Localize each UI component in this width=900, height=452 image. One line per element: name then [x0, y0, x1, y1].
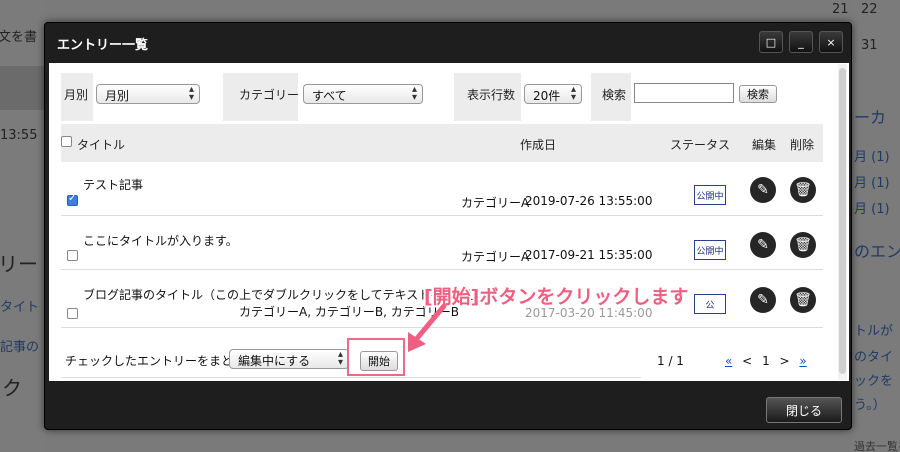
bg-section-title: リー — [0, 252, 38, 276]
pencil-icon: ✎ — [757, 237, 769, 253]
bg-time: 13:55 — [0, 128, 38, 143]
pager-prev[interactable]: < — [742, 354, 752, 368]
minimize-icon: _ — [798, 35, 804, 49]
bg-text: 文を書 — [0, 30, 38, 45]
row-checkbox[interactable] — [67, 308, 78, 319]
bg-band — [0, 66, 46, 110]
maximize-icon: □ — [765, 35, 777, 49]
annotation-arrow-icon — [408, 303, 447, 352]
category-label: カテゴリー — [239, 88, 300, 102]
search-button-label: 検索 — [747, 88, 769, 101]
entry-title[interactable]: テスト記事 — [83, 176, 143, 193]
select-arrows-icon: ▴ ▾ — [570, 84, 576, 103]
bg-link: タイト — [0, 300, 40, 315]
close-icon: × — [826, 35, 836, 49]
close-window-button[interactable]: × — [819, 31, 843, 53]
entry-list-modal: エントリー一覧 □ _ × 月別 月別 ▴ ▾ カテゴリー すべて ▴ ▾ 表示行数… — [44, 22, 852, 430]
delete-button[interactable]: 🗑 — [790, 287, 816, 313]
delete-button[interactable]: 🗑 — [790, 232, 816, 258]
pager-first-link[interactable]: « — [725, 354, 732, 368]
pencil-icon: ✎ — [757, 292, 769, 308]
header-edit: 編集 — [752, 138, 777, 152]
rows-select[interactable]: 20件 ▴ ▾ — [524, 84, 582, 104]
header-title: タイトル — [77, 138, 126, 152]
maximize-button[interactable]: □ — [759, 31, 783, 53]
bg-archive-heading: ーカ — [854, 108, 887, 127]
select-arrows-icon: ▴ ▾ — [411, 84, 417, 103]
table-row: テスト記事 カテゴリーA 2019-07-26 13:55:00 公開中 ✎ 🗑 — [61, 162, 823, 216]
status-badge: 公 — [694, 294, 726, 314]
bg-note: トルが — [854, 324, 894, 339]
bg-note: う。） — [854, 398, 886, 413]
search-input[interactable] — [634, 83, 734, 103]
entry-date: 2019-07-26 13:55:00 — [525, 194, 653, 208]
month-select-value: 月別 — [105, 89, 130, 103]
row-checkbox[interactable] — [67, 193, 78, 206]
bg-note: ックを — [854, 374, 894, 389]
pencil-icon: ✎ — [757, 182, 769, 198]
header-created: 作成日 — [520, 138, 557, 152]
entry-title[interactable]: ここにタイトルが入ります。 — [83, 232, 238, 249]
month-select[interactable]: 月別 ▴ ▾ — [96, 84, 200, 104]
modal-title: エントリー一覧 — [57, 38, 149, 53]
bulk-action-value: 編集中にする — [238, 354, 311, 368]
search-label: 検索 — [602, 88, 627, 102]
header-status: ステータス — [670, 138, 731, 152]
table-header: タイトル 作成日 ステータス 編集 削除 — [61, 124, 823, 162]
trash-icon: 🗑 — [794, 182, 812, 198]
calendar-row: 21 22 — [832, 2, 878, 17]
entry-category: カテゴリーA — [461, 250, 530, 264]
row-checkbox[interactable] — [67, 250, 78, 261]
bg-archive-item: 月 (1) — [854, 176, 890, 191]
select-all-checkbox[interactable] — [61, 136, 72, 147]
select-arrows-icon: ▴ ▾ — [337, 349, 343, 368]
category-select-value: すべて — [312, 89, 347, 103]
category-select[interactable]: すべて ▴ ▾ — [303, 84, 423, 104]
close-button[interactable]: 閉じる — [766, 397, 842, 423]
pager-last-link[interactable]: » — [799, 354, 806, 368]
entry-category: カテゴリーA — [461, 196, 530, 210]
status-badge: 公開中 — [694, 185, 726, 205]
rows-select-value: 20件 — [533, 89, 561, 103]
status-badge-label: 公開中 — [696, 191, 724, 202]
pager-info: 1 / 1 — [657, 354, 684, 368]
pager-current: 1 — [762, 354, 770, 368]
scrollbar-thumb[interactable] — [839, 68, 846, 374]
minimize-button[interactable]: _ — [789, 31, 813, 53]
edit-button[interactable]: ✎ — [750, 177, 776, 203]
filter-bar: 月別 月別 ▴ ▾ カテゴリー すべて ▴ ▾ 表示行数 20件 ▴ ▾ 検索 検索 — [61, 73, 823, 121]
bg-archive-item: 月 (1) — [854, 202, 890, 217]
bulk-action-select[interactable]: 編集中にする ▴ ▾ — [229, 349, 349, 369]
close-button-label: 閉じる — [785, 403, 822, 418]
trash-icon: 🗑 — [794, 237, 812, 253]
pager-next[interactable]: > — [780, 354, 790, 368]
background-left-column: 文を書 13:55 リー タイト 記事の ク — [0, 0, 46, 452]
bg-heading: ク — [2, 376, 22, 400]
rows-label: 表示行数 — [467, 88, 516, 102]
search-button[interactable]: 検索 — [739, 85, 777, 103]
delete-button[interactable]: 🗑 — [790, 177, 816, 203]
status-badge-label: 公 — [705, 300, 715, 311]
select-arrows-icon: ▴ ▾ — [188, 84, 194, 103]
edit-button[interactable]: ✎ — [750, 287, 776, 313]
month-label: 月別 — [64, 88, 89, 102]
status-badge: 公開中 — [694, 240, 726, 260]
bg-entries-heading: のエン — [854, 242, 900, 261]
bg-footer-button: 過去一覧を — [854, 440, 900, 452]
bg-archive-item: 月 (1) — [854, 150, 890, 165]
annotation-text: [開始]ボタンをクリックします — [424, 286, 689, 308]
pagination: « < 1 > » — [725, 354, 807, 368]
edit-button[interactable]: ✎ — [750, 232, 776, 258]
trash-icon: 🗑 — [794, 292, 812, 308]
bg-note: のタイ — [854, 350, 894, 365]
table-row: ここにタイトルが入ります。 カテゴリーA 2017-09-21 15:35:00… — [61, 216, 823, 270]
annotation-highlight-box — [347, 338, 405, 376]
scrollbar[interactable] — [838, 64, 847, 380]
header-delete: 削除 — [790, 138, 815, 152]
entry-date: 2017-09-21 15:35:00 — [525, 248, 653, 262]
bg-link: 記事の — [0, 340, 40, 355]
background-right-column: 21 22 30 31 ーカ 月 (1) 月 (1) 月 (1) のエン トルが… — [832, 0, 900, 452]
divider — [61, 377, 641, 378]
status-badge-label: 公開中 — [696, 246, 724, 257]
